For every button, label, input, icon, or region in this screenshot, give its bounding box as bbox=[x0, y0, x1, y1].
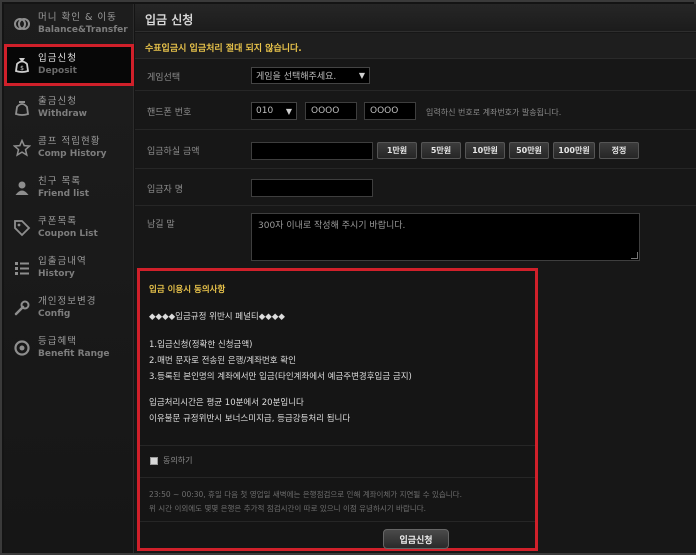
depositor-label: 입금자 명 bbox=[147, 185, 183, 195]
sidebar-item-history[interactable]: 입출금내역 History bbox=[4, 248, 134, 288]
sidebar-item-sublabel: Deposit bbox=[38, 66, 77, 76]
phone-hint: 입력하신 번호로 계좌번호가 발송됩니다. bbox=[426, 108, 562, 117]
terms-note-2: 위 시간 이외에도 몇몇 은행은 추가적 점검시간이 따로 있으니 이점 유념하… bbox=[149, 504, 427, 513]
terms-penalty: ◆◆◆◆입금규정 위반시 페널티◆◆◆◆ bbox=[149, 312, 285, 322]
depositor-input[interactable] bbox=[251, 179, 373, 197]
sidebar-item-sublabel: Config bbox=[38, 309, 71, 319]
sidebar-item-comp-history[interactable]: 콤프 적립현황 Comp History bbox=[4, 128, 134, 168]
sidebar-item-sublabel: Withdraw bbox=[38, 109, 87, 119]
star-icon bbox=[12, 138, 32, 158]
phone-prefix-value: 010 bbox=[256, 106, 274, 116]
amount-input[interactable] bbox=[251, 142, 373, 160]
phone-prefix-select[interactable]: 010 ▼ bbox=[251, 102, 297, 120]
page-title: 입금 신청 bbox=[135, 4, 696, 32]
ring-icon bbox=[12, 338, 32, 358]
game-label: 게임선택 bbox=[147, 73, 181, 83]
list-icon bbox=[12, 258, 32, 278]
game-row: 게임선택 게임을 선택해주세요. ▼ bbox=[135, 60, 696, 91]
sidebar-item-sublabel: Friend list bbox=[38, 189, 90, 199]
phone-mid-input[interactable]: OOOO bbox=[305, 102, 357, 120]
sidebar-item-withdraw[interactable]: 출금신청 Withdraw bbox=[4, 88, 134, 128]
resize-handle-icon[interactable] bbox=[631, 252, 638, 259]
amount-10000-button[interactable]: 1만원 bbox=[377, 142, 417, 159]
sidebar-item-label: 입금신청 bbox=[38, 53, 77, 64]
sidebar-item-sublabel: Benefit Range bbox=[38, 349, 110, 359]
agree-checkbox[interactable] bbox=[150, 456, 158, 465]
sidebar-item-label: 개인정보변경 bbox=[38, 296, 97, 307]
phone-row: 핸드폰 번호 010 ▼ OOOO OOOO 입력하신 번호로 계좌번호가 발송… bbox=[135, 92, 696, 130]
chevron-down-icon: ▼ bbox=[285, 106, 292, 116]
main-content: 입금 신청 수표입금시 입금처리 절대 되지 않습니다. 게임선택 게임을 선택… bbox=[135, 4, 696, 553]
sidebar-item-label: 친구 목록 bbox=[38, 176, 81, 187]
depositor-row: 입금자 명 bbox=[135, 170, 696, 206]
withdraw-bag-icon bbox=[12, 98, 32, 118]
sidebar-item-label: 콤프 적립현황 bbox=[38, 136, 101, 147]
deposit-bag-icon: $ bbox=[12, 55, 32, 75]
amount-1000000-button[interactable]: 100만원 bbox=[553, 142, 595, 159]
sidebar-item-coupon-list[interactable]: 쿠폰목록 Coupon List bbox=[4, 208, 134, 248]
money-transfer-icon bbox=[12, 14, 32, 34]
sidebar-item-label: 등급혜택 bbox=[38, 336, 77, 347]
amount-label: 입금하실 금액 bbox=[147, 147, 200, 157]
terms-time-1: 입금처리시간은 평균 10분에서 20분입니다 bbox=[149, 398, 304, 408]
terms-title: 입금 이용시 동의사항 bbox=[149, 285, 226, 295]
notice-bar: 수표입금시 입금처리 절대 되지 않습니다. bbox=[135, 33, 696, 59]
amount-row: 입금하실 금액 1만원 5만원 10만원 50만원 100만원 정정 bbox=[135, 131, 696, 169]
phone-label: 핸드폰 번호 bbox=[147, 108, 192, 118]
game-select[interactable]: 게임을 선택해주세요. ▼ bbox=[251, 67, 370, 84]
message-label: 남길 말 bbox=[147, 220, 175, 230]
divider bbox=[140, 521, 535, 522]
terms-note-1: 23:50 ~ 00:30, 휴일 다음 첫 영업일 새벽에는 은행점검으로 인… bbox=[149, 490, 462, 499]
amount-100000-button[interactable]: 10만원 bbox=[465, 142, 505, 159]
divider bbox=[140, 445, 535, 446]
phone-last-input[interactable]: OOOO bbox=[364, 102, 416, 120]
sidebar-item-sublabel: Balance&Transfer bbox=[38, 25, 128, 35]
message-textarea[interactable]: 300자 이내로 작성해 주시기 바랍니다. bbox=[251, 213, 640, 261]
agree-checkbox-row[interactable]: 동의하기 bbox=[150, 455, 192, 466]
terms-rule-2: 2.매번 문자로 전송된 은행/계좌번호 확인 bbox=[149, 356, 296, 366]
sidebar-item-sublabel: History bbox=[38, 269, 75, 279]
message-row: 남길 말 300자 이내로 작성해 주시기 바랍니다. bbox=[135, 207, 696, 267]
sidebar-item-label: 머니 확인 & 이동 bbox=[38, 12, 117, 23]
sidebar-item-sublabel: Comp History bbox=[38, 149, 107, 159]
sidebar-item-balance-transfer[interactable]: 머니 확인 & 이동 Balance&Transfer bbox=[4, 4, 134, 44]
terms-rule-1: 1.입금신청(정확한 신청금액) bbox=[149, 340, 253, 350]
sidebar-item-label: 입출금내역 bbox=[38, 256, 87, 267]
agree-label: 동의하기 bbox=[163, 456, 193, 465]
user-icon bbox=[12, 178, 32, 198]
terms-rule-3: 3.등록된 본인명의 계좌에서만 입금(타인계좌에서 예금주변경후입금 금지) bbox=[149, 372, 412, 382]
sidebar-item-benefit-range[interactable]: 등급혜택 Benefit Range bbox=[4, 328, 134, 368]
sidebar-item-sublabel: Coupon List bbox=[38, 229, 98, 239]
sidebar-item-label: 쿠폰목록 bbox=[38, 216, 77, 227]
wrench-icon bbox=[12, 298, 32, 318]
amount-reset-button[interactable]: 정정 bbox=[599, 142, 639, 159]
svg-text:$: $ bbox=[20, 65, 24, 72]
sidebar-item-deposit[interactable]: $ 입금신청 Deposit bbox=[4, 44, 134, 86]
message-placeholder: 300자 이내로 작성해 주시기 바랍니다. bbox=[258, 221, 406, 231]
terms-box: 입금 이용시 동의사항 ◆◆◆◆입금규정 위반시 페널티◆◆◆◆ 1.입금신청(… bbox=[137, 268, 538, 551]
sidebar-item-friend-list[interactable]: 친구 목록 Friend list bbox=[4, 168, 134, 208]
chevron-down-icon: ▼ bbox=[358, 71, 365, 80]
divider bbox=[140, 477, 535, 478]
amount-50000-button[interactable]: 5만원 bbox=[421, 142, 461, 159]
window-frame: 머니 확인 & 이동 Balance&Transfer $ 입금신청 Depos… bbox=[0, 0, 696, 555]
game-select-value: 게임을 선택해주세요. bbox=[256, 72, 337, 82]
sidebar-item-label: 출금신청 bbox=[38, 96, 77, 107]
deposit-submit-button[interactable]: 입금신청 bbox=[383, 529, 449, 549]
sidebar-item-config[interactable]: 개인정보변경 Config bbox=[4, 288, 134, 328]
tag-icon bbox=[12, 218, 32, 238]
sidebar: 머니 확인 & 이동 Balance&Transfer $ 입금신청 Depos… bbox=[4, 4, 134, 553]
terms-time-2: 이유불문 규정위반시 보너스미지급, 등급강등처리 됩니다 bbox=[149, 414, 351, 424]
amount-500000-button[interactable]: 50만원 bbox=[509, 142, 549, 159]
